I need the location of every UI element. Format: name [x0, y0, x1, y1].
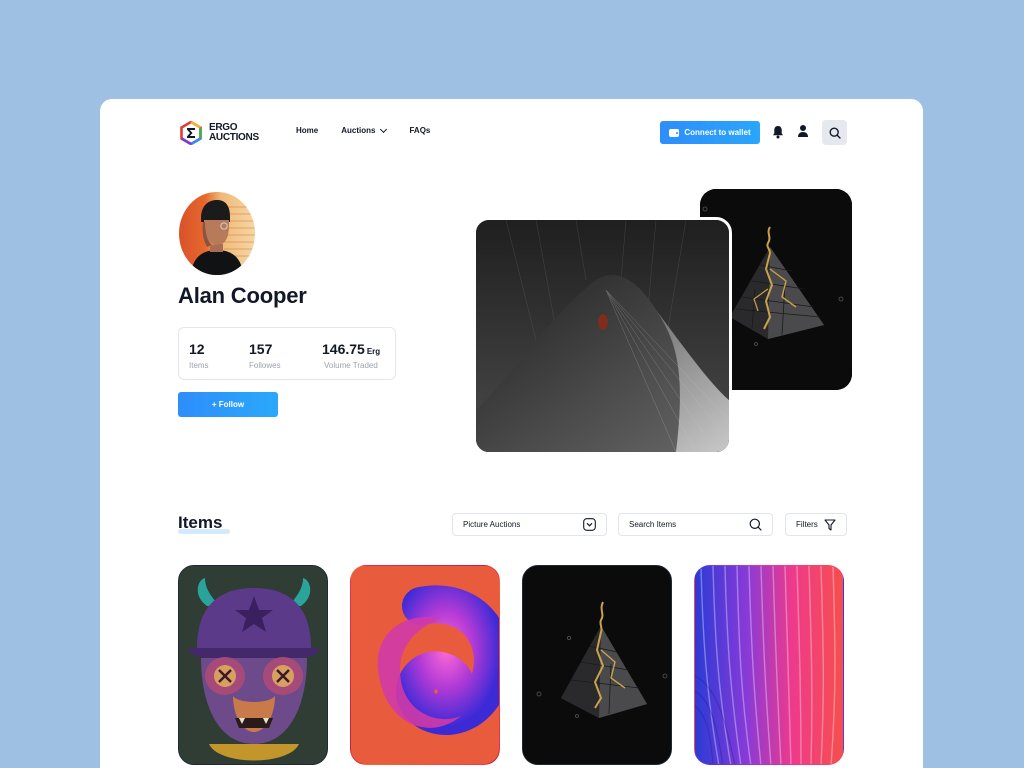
- stat-volume-value: 146.75: [322, 341, 365, 357]
- connect-wallet-label: Connect to wallet: [684, 128, 751, 137]
- filters-button[interactable]: Filters: [785, 513, 847, 536]
- item-card-pyramid[interactable]: [522, 565, 672, 765]
- chevron-down-icon: [380, 125, 388, 133]
- filters-label: Filters: [796, 520, 818, 529]
- user-icon[interactable]: [797, 124, 809, 138]
- bell-icon[interactable]: [772, 125, 784, 139]
- wallet-icon: [669, 128, 680, 137]
- stat-items-label: Items: [189, 361, 209, 370]
- connect-wallet-button[interactable]: Connect to wallet: [660, 121, 760, 144]
- stat-volume: 146.75 Erg Volume Traded: [322, 341, 380, 370]
- nav-home[interactable]: Home: [296, 126, 318, 135]
- chevron-down-icon: [583, 518, 596, 531]
- main-card: ERGO AUCTIONS Home Auctions FAQs Connect…: [100, 99, 923, 768]
- logo-line-2: AUCTIONS: [209, 132, 259, 143]
- header-search-button[interactable]: [822, 120, 847, 145]
- nav-auctions-label: Auctions: [341, 126, 376, 135]
- avatar: [179, 192, 255, 275]
- item-card-monkey[interactable]: [178, 565, 328, 765]
- nav-faqs[interactable]: FAQs: [409, 126, 430, 135]
- profile-stats: 12 Items 157 Followes 146.75 Erg Volume T…: [178, 327, 396, 380]
- nav-home-label: Home: [296, 126, 319, 135]
- item-card-tunnel[interactable]: [694, 565, 844, 765]
- stat-items-value: 12: [189, 341, 205, 357]
- logo[interactable]: ERGO AUCTIONS: [179, 120, 259, 146]
- stat-followers: 157 Followes: [249, 341, 281, 370]
- main-nav: Home Auctions FAQs: [296, 125, 453, 135]
- filter-icon: [824, 518, 836, 531]
- nav-faqs-label: FAQs: [409, 126, 431, 135]
- stat-volume-value-wrap: 146.75 Erg: [322, 341, 380, 357]
- follow-button[interactable]: + Follow: [178, 392, 278, 417]
- logo-text: ERGO AUCTIONS: [209, 123, 259, 143]
- stat-items: 12 Items: [189, 341, 209, 370]
- ergo-logo-icon: [179, 120, 203, 146]
- profile-name: Alan Cooper: [178, 283, 307, 308]
- nav-auctions[interactable]: Auctions: [341, 125, 388, 135]
- stat-volume-unit: Erg: [366, 347, 381, 356]
- items-title: Items: [178, 513, 223, 532]
- featured-artwork-mountain[interactable]: [473, 217, 732, 455]
- search-icon: [828, 126, 841, 139]
- stat-volume-label: Volume Traded: [324, 361, 378, 370]
- search-icon: [749, 518, 762, 531]
- category-select[interactable]: Picture Auctions: [452, 513, 607, 536]
- search-items-placeholder: Search Items: [629, 520, 677, 529]
- stat-followers-value: 157: [249, 341, 273, 357]
- item-card-swirl[interactable]: [350, 565, 500, 765]
- category-select-value: Picture Auctions: [463, 520, 521, 529]
- stat-followers-label: Followes: [249, 361, 281, 370]
- search-items-input[interactable]: Search Items: [618, 513, 773, 536]
